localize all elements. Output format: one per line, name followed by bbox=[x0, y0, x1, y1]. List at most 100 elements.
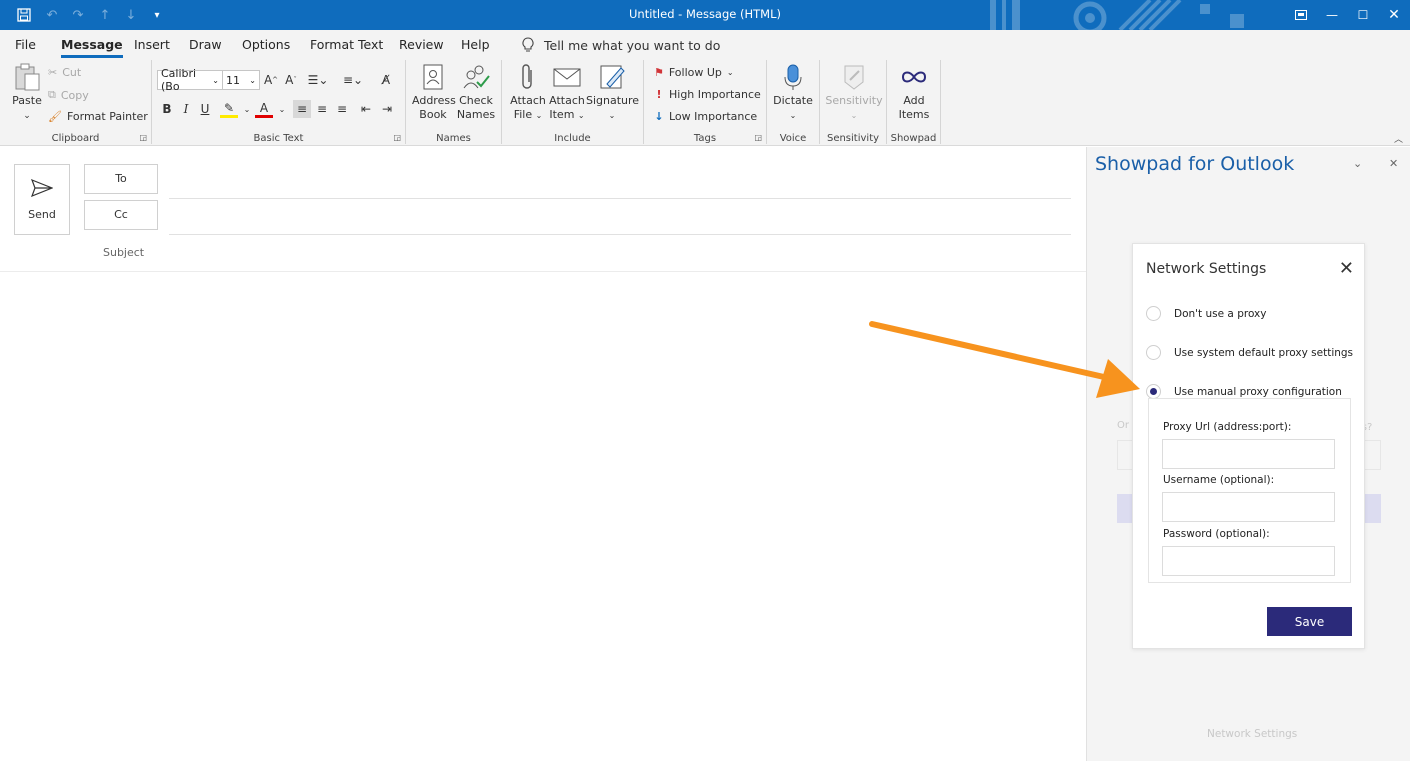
ghost-text-left: Or bbox=[1117, 420, 1129, 431]
tell-me-search[interactable]: Tell me what you want to do bbox=[522, 37, 720, 53]
radio-manual-proxy[interactable]: Use manual proxy configuration bbox=[1146, 384, 1342, 399]
tab-options[interactable]: Options bbox=[242, 37, 290, 52]
font-size-value: 11 bbox=[226, 73, 240, 87]
flag-icon: ⚑ bbox=[654, 66, 664, 79]
cut-button[interactable]: ✂ Cut bbox=[48, 66, 81, 79]
grow-font-icon[interactable]: A ^ bbox=[262, 71, 280, 89]
chevron-down-icon[interactable]: ⌄ bbox=[273, 100, 291, 118]
bold-icon[interactable]: B bbox=[158, 100, 176, 118]
dialog-launcher-icon[interactable]: ◲ bbox=[754, 133, 762, 142]
dictate-label: Dictate bbox=[773, 94, 813, 107]
increase-indent-icon[interactable]: ⇥ bbox=[378, 100, 396, 118]
align-right-icon[interactable]: ≡ bbox=[333, 100, 351, 118]
format-painter-button[interactable]: 🖌 Format Painter bbox=[48, 110, 148, 123]
copy-label: Copy bbox=[60, 88, 89, 102]
tab-draw[interactable]: Draw bbox=[189, 37, 222, 52]
radio-button-icon[interactable] bbox=[1146, 345, 1161, 360]
clear-formatting-icon[interactable]: A̸ bbox=[377, 71, 395, 89]
font-color-icon[interactable]: A bbox=[255, 100, 273, 118]
follow-up-button[interactable]: ⚑ Follow Up ⌄ bbox=[654, 66, 734, 79]
align-center-icon[interactable]: ≡ bbox=[313, 100, 331, 118]
include-group-label: Include bbox=[554, 133, 591, 144]
signature-label: Signature bbox=[586, 94, 640, 107]
proxy-url-label: Proxy Url (address:port): bbox=[1163, 421, 1292, 433]
paperclip-icon bbox=[522, 64, 532, 89]
ribbon: Paste ⌄ ✂ Cut ⧉ Copy 🖌 Format Painter Cl… bbox=[0, 58, 1410, 146]
collapse-ribbon-icon[interactable]: ︿ bbox=[1394, 132, 1403, 145]
chevron-down-icon[interactable]: ⌄ bbox=[238, 100, 256, 118]
subject-label: Subject bbox=[103, 246, 145, 259]
close-icon[interactable]: ✕ bbox=[1383, 4, 1405, 26]
proxy-url-input[interactable] bbox=[1162, 439, 1335, 469]
ribbon-display-icon[interactable] bbox=[1290, 4, 1312, 26]
tags-group: ⚑ Follow Up ⌄ ! High Importance ↓ Low Im… bbox=[644, 60, 767, 144]
username-input[interactable] bbox=[1162, 492, 1335, 522]
exclamation-icon: ! bbox=[656, 88, 662, 101]
cc-button[interactable]: Cc bbox=[84, 200, 158, 230]
minimize-icon[interactable]: — bbox=[1321, 4, 1343, 26]
align-left-icon[interactable]: ≡ bbox=[293, 100, 311, 118]
cc-field[interactable] bbox=[169, 234, 1071, 235]
bullets-icon[interactable]: ☰⌄ bbox=[304, 71, 332, 89]
to-button[interactable]: To bbox=[84, 164, 158, 194]
low-importance-button[interactable]: ↓ Low Importance bbox=[654, 110, 757, 123]
tab-file[interactable]: File bbox=[15, 37, 36, 52]
tab-message[interactable]: Message bbox=[61, 37, 123, 58]
font-name-select[interactable]: Calibri (Bo ⌄ bbox=[157, 67, 223, 93]
network-settings-link[interactable]: Network Settings bbox=[1207, 728, 1297, 740]
send-button[interactable]: Send bbox=[14, 164, 70, 235]
paste-label: Paste bbox=[12, 94, 42, 107]
chevron-down-icon: ⌄ bbox=[789, 111, 797, 120]
paintbrush-icon: 🖌 bbox=[48, 110, 62, 123]
pane-close-icon[interactable]: ✕ bbox=[1389, 157, 1398, 170]
attach-item-button[interactable]: Attach Item ⌄ bbox=[547, 62, 587, 123]
include-group: Attach File ⌄ Attach Item ⌄ Signature ⌄ … bbox=[502, 60, 644, 144]
dialog-title: Network Settings bbox=[1146, 261, 1267, 277]
radio-button-icon[interactable] bbox=[1146, 306, 1161, 321]
copy-button[interactable]: ⧉ Copy bbox=[48, 88, 89, 102]
sensitivity-button[interactable]: Sensitivity ⌄ bbox=[824, 62, 884, 123]
address-book-button[interactable]: Address Book bbox=[412, 62, 456, 122]
tab-review[interactable]: Review bbox=[399, 37, 444, 52]
high-importance-button[interactable]: ! High Importance bbox=[654, 88, 761, 101]
tab-insert[interactable]: Insert bbox=[134, 37, 170, 52]
chevron-down-icon: ⌄ bbox=[608, 111, 616, 120]
pane-options-chevron-icon[interactable]: ⌄ bbox=[1353, 157, 1362, 170]
attach-file-label-2: File bbox=[513, 108, 533, 121]
subject-field-divider bbox=[0, 271, 1086, 272]
basic-text-group-label: Basic Text bbox=[253, 133, 304, 144]
to-field[interactable] bbox=[169, 198, 1071, 199]
check-names-button[interactable]: Check Names bbox=[456, 62, 496, 122]
envelope-icon bbox=[553, 68, 581, 87]
tab-help[interactable]: Help bbox=[461, 37, 490, 52]
tell-me-label: Tell me what you want to do bbox=[544, 37, 721, 53]
password-input[interactable] bbox=[1162, 546, 1335, 576]
radio-system-proxy[interactable]: Use system default proxy settings bbox=[1146, 345, 1353, 360]
chevron-down-icon: ⌄ bbox=[577, 111, 585, 120]
signature-button[interactable]: Signature ⌄ bbox=[586, 62, 640, 123]
high-importance-label: High Importance bbox=[669, 88, 761, 101]
dialog-launcher-icon[interactable]: ◲ bbox=[139, 133, 147, 142]
names-group: Address Book Check Names Names bbox=[406, 60, 502, 144]
attach-file-button[interactable]: Attach File ⌄ bbox=[508, 62, 548, 123]
save-button[interactable]: Save bbox=[1267, 607, 1352, 636]
close-icon[interactable]: ✕ bbox=[1339, 258, 1354, 279]
highlight-icon[interactable]: ✎ bbox=[220, 100, 238, 118]
decrease-indent-icon[interactable]: ⇤ bbox=[357, 100, 375, 118]
radio-no-proxy[interactable]: Don't use a proxy bbox=[1146, 306, 1266, 321]
tab-format-text[interactable]: Format Text bbox=[310, 37, 383, 52]
maximize-icon[interactable]: ☐ bbox=[1352, 4, 1374, 26]
italic-icon[interactable]: I bbox=[177, 100, 195, 118]
numbering-icon[interactable]: ≡⌄ bbox=[339, 71, 367, 89]
paste-button[interactable]: Paste ⌄ bbox=[10, 62, 44, 123]
dictate-button[interactable]: Dictate ⌄ bbox=[773, 62, 813, 123]
underline-icon[interactable]: U bbox=[196, 100, 214, 118]
microphone-icon bbox=[784, 64, 802, 90]
title-bar: ↶ ↷ ↑ ↓ ▾ Untitled - Message (HTML) — ☐ … bbox=[0, 0, 1410, 30]
radio-button-selected-icon[interactable] bbox=[1146, 384, 1161, 399]
font-size-select[interactable]: 11 ⌄ bbox=[222, 70, 260, 90]
shrink-font-icon[interactable]: Aˇ bbox=[282, 71, 300, 89]
add-items-button[interactable]: Add Items bbox=[894, 62, 934, 122]
voice-group-label: Voice bbox=[779, 133, 807, 144]
dialog-launcher-icon[interactable]: ◲ bbox=[393, 133, 401, 142]
